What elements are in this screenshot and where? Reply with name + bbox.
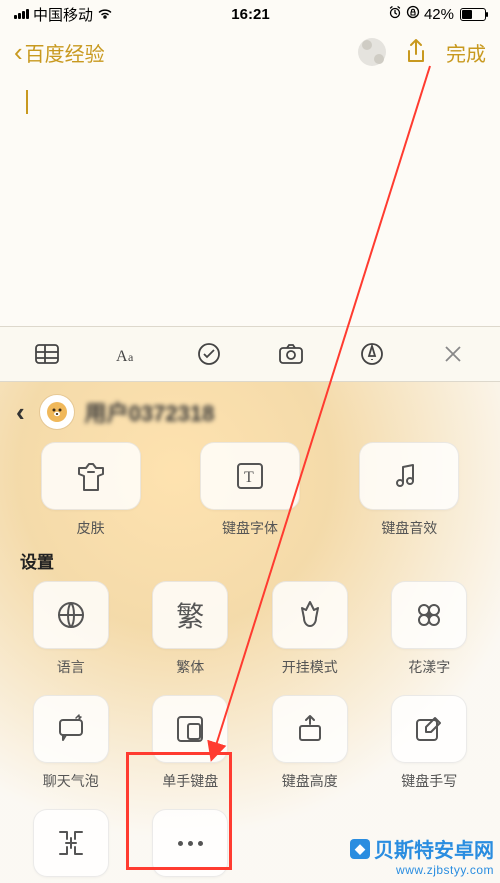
wifi-icon xyxy=(97,6,113,22)
tile-skin[interactable]: 皮肤 xyxy=(18,442,163,538)
tile-keyboard-sound[interactable]: 键盘音效 xyxy=(337,442,482,538)
ime-appearance-row: 皮肤 T 键盘字体 键盘音效 xyxy=(18,442,482,538)
signal-icon xyxy=(14,9,29,19)
tile-chat-bubble[interactable]: 聊天气泡 xyxy=(18,695,124,791)
tile-cheat-mode[interactable]: 开挂模式 xyxy=(257,581,363,677)
watermark: ◆ 贝斯特安卓网 www.zjbstyy.com xyxy=(350,834,494,877)
collaborator-icon[interactable] xyxy=(358,38,386,66)
checklist-icon[interactable] xyxy=(192,337,226,371)
svg-text:T: T xyxy=(244,469,254,486)
ellipsis-icon xyxy=(178,841,203,846)
watermark-url: www.zjbstyy.com xyxy=(350,863,494,877)
notes-toolbar: Aa xyxy=(0,326,500,382)
tile-traditional[interactable]: 繁 繁体 xyxy=(138,581,244,677)
tile-keyboard-height[interactable]: 键盘高度 xyxy=(257,695,363,791)
back-label: 百度经验 xyxy=(25,38,105,67)
tile-fancy-text[interactable]: 花漾字 xyxy=(377,581,483,677)
text-format-icon[interactable]: Aa xyxy=(111,337,145,371)
battery-percent: 42% xyxy=(424,6,454,23)
tile-more-settings[interactable]: 更多设置 xyxy=(138,809,244,883)
alarm-icon xyxy=(388,5,402,23)
svg-text:a: a xyxy=(128,350,134,364)
tile-label: 键盘音效 xyxy=(381,518,437,538)
note-editor[interactable] xyxy=(0,76,500,326)
ime-user-avatar[interactable] xyxy=(39,394,75,430)
ime-back-button[interactable]: ‹ xyxy=(16,397,25,428)
nav-bar: ‹ 百度经验 完成 xyxy=(0,28,500,76)
watermark-logo-icon: ◆ xyxy=(350,839,370,859)
ime-username[interactable]: 用户0372318 xyxy=(85,396,215,428)
ime-header: ‹ 用户0372318 xyxy=(0,382,500,438)
settings-section-title: 设置 xyxy=(20,548,480,573)
tile-label: 聊天气泡 xyxy=(43,771,99,791)
tile-label: 花漾字 xyxy=(408,657,450,677)
share-button[interactable] xyxy=(404,38,428,66)
tile-label: 开挂模式 xyxy=(282,657,338,677)
tile-label: 键盘手写 xyxy=(401,771,457,791)
tile-custom-toolbar[interactable]: 定制工具栏 xyxy=(18,809,124,883)
watermark-title: 贝斯特安卓网 xyxy=(374,834,494,863)
tile-label: 单手键盘 xyxy=(162,771,218,791)
tile-label: 语言 xyxy=(57,657,85,677)
camera-icon[interactable] xyxy=(274,337,308,371)
svg-text:A: A xyxy=(116,348,128,365)
status-right: 42% xyxy=(388,5,486,23)
tile-label: 键盘字体 xyxy=(222,518,278,538)
tile-label: 繁体 xyxy=(176,657,204,677)
carrier-label: 中国移动 xyxy=(33,4,93,25)
traditional-glyph: 繁 xyxy=(176,595,204,635)
dismiss-keyboard-icon[interactable] xyxy=(436,337,470,371)
ime-settings-panel: ‹ 用户0372318 皮肤 T 键盘字体 键盘音效 设置 语言 xyxy=(0,382,500,883)
tile-keyboard-font[interactable]: T 键盘字体 xyxy=(177,442,322,538)
status-time: 16:21 xyxy=(231,6,269,23)
status-bar: 中国移动 16:21 42% xyxy=(0,0,500,28)
tile-handwriting[interactable]: 键盘手写 xyxy=(377,695,483,791)
table-icon[interactable] xyxy=(30,337,64,371)
tile-label: 键盘高度 xyxy=(282,771,338,791)
chevron-left-icon: ‹ xyxy=(14,39,23,65)
tile-label: 皮肤 xyxy=(77,518,105,538)
back-button[interactable]: ‹ 百度经验 xyxy=(14,38,105,67)
done-button[interactable]: 完成 xyxy=(446,38,486,67)
orientation-lock-icon xyxy=(406,5,420,23)
tile-one-hand[interactable]: 单手键盘 xyxy=(138,695,244,791)
status-left: 中国移动 xyxy=(14,4,113,25)
battery-icon xyxy=(460,8,486,21)
text-cursor xyxy=(26,90,28,114)
markup-icon[interactable] xyxy=(355,337,389,371)
tile-language[interactable]: 语言 xyxy=(18,581,124,677)
